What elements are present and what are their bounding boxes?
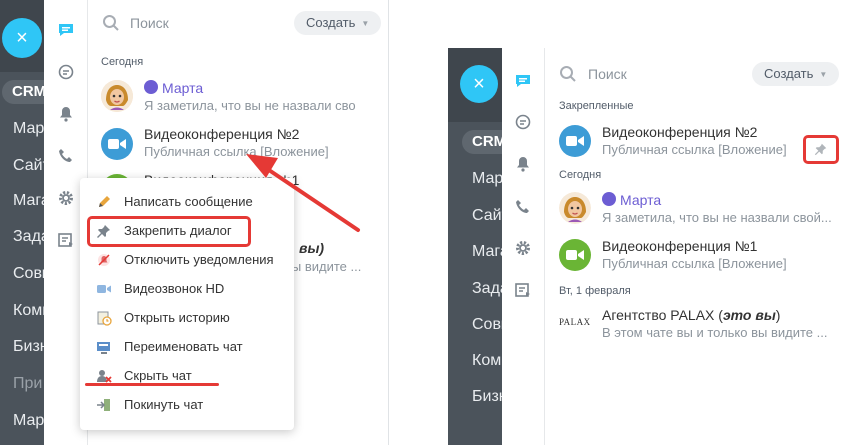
bg-menu-item: Совм xyxy=(13,265,44,282)
menu-item-label: Видеозвонок HD xyxy=(124,281,225,296)
chat-title: Видеоконференция №1 xyxy=(602,238,758,254)
chat-item-videoconf-1[interactable]: Видеоконференция №1 Публичная ссылка [Вл… xyxy=(559,236,839,276)
menu-item-leave-chat[interactable]: Покинуть чат xyxy=(80,390,294,419)
bg-menu-item: Марк xyxy=(472,170,506,187)
menu-item-label: Отключить уведомления xyxy=(124,252,274,267)
close-button[interactable]: × xyxy=(2,18,42,58)
icon-rail xyxy=(502,48,545,445)
menu-item-label: Открыть историю xyxy=(124,310,230,325)
bg-menu-item: Комм xyxy=(472,352,506,369)
section-today: Сегодня xyxy=(101,56,144,68)
menu-item-label: Покинуть чат xyxy=(124,397,204,412)
chat-list-panel: Поиск Создать ▼ Закрепленные Видеоконфере… xyxy=(546,48,846,445)
bg-menu-item: Зада xyxy=(472,280,506,297)
menu-item-label: Переименовать чат xyxy=(124,339,243,354)
bg-menu-item: Марк xyxy=(13,120,44,137)
highlight-box xyxy=(87,216,251,247)
menu-item-history[interactable]: Открыть историю xyxy=(80,303,294,332)
bg-menu-item: Марк xyxy=(13,412,44,429)
chat-item-marta[interactable]: Марта Я заметила, что вы не назвали свой… xyxy=(559,190,839,230)
pin-icon[interactable] xyxy=(814,142,828,156)
chevron-down-icon: ▼ xyxy=(361,18,370,28)
bg-menu-item: Бизн xyxy=(13,338,44,355)
channels-icon[interactable] xyxy=(56,62,76,82)
phone-icon[interactable] xyxy=(56,146,76,166)
panel-divider xyxy=(388,0,389,445)
avatar xyxy=(101,80,133,112)
mute-icon xyxy=(96,252,112,268)
bg-menu-item: Сайт xyxy=(13,157,44,174)
section-today: Сегодня xyxy=(559,169,602,181)
gear-icon[interactable] xyxy=(513,238,533,258)
create-button[interactable]: Создать ▼ xyxy=(752,62,840,86)
section-pinned: Закрепленные xyxy=(559,100,634,112)
bg-menu-crm: CRM xyxy=(2,80,44,104)
chat-item-palax[interactable]: PALAX Агентство PALAX (это вы) В этом ча… xyxy=(559,306,839,346)
bg-menu-item: Мага xyxy=(13,192,44,209)
export-icon[interactable] xyxy=(513,280,533,300)
chat-title: Марта xyxy=(144,80,203,96)
menu-item-rename[interactable]: Переименовать чат xyxy=(80,332,294,361)
bg-menu-item: Совм xyxy=(472,316,506,333)
video-icon xyxy=(559,239,591,271)
chat-preview: Публичная ссылка [Вложение] xyxy=(602,256,787,271)
export-icon[interactable] xyxy=(56,230,76,250)
chat-preview: Я заметила, что вы не назвали свой... xyxy=(144,98,356,113)
chat-title: Видеоконференция №2 xyxy=(602,124,758,140)
bell-icon[interactable] xyxy=(56,104,76,124)
video-icon xyxy=(101,128,133,160)
rename-icon xyxy=(96,339,112,355)
menu-item-label: Скрыть чат xyxy=(124,368,192,383)
bg-menu-item: При xyxy=(13,375,43,392)
chat-item-marta[interactable]: Марта Я заметила, что вы не назвали свой… xyxy=(101,78,381,118)
chat-preview: В этом чате вы и только вы видите ... xyxy=(602,325,828,340)
channels-icon[interactable] xyxy=(513,112,533,132)
bg-menu-crm: CRM xyxy=(462,130,506,154)
hide-icon xyxy=(96,368,112,384)
leave-icon xyxy=(96,397,112,413)
close-button[interactable]: × xyxy=(460,65,498,103)
create-button-label: Создать xyxy=(306,15,356,30)
chevron-down-icon: ▼ xyxy=(819,69,828,79)
chat-title: Марта xyxy=(602,192,661,208)
bg-menu-item: Комм xyxy=(13,302,44,319)
arrow-icon xyxy=(246,154,360,232)
create-button-label: Создать xyxy=(764,66,814,81)
bg-menu-item: Зада xyxy=(13,228,44,245)
chat-icon[interactable] xyxy=(513,71,533,91)
pencil-icon xyxy=(96,194,112,210)
avatar xyxy=(559,192,591,224)
bg-menu-item: Мага xyxy=(472,243,506,260)
chat-preview: Я заметила, что вы не назвали свой... xyxy=(602,210,832,225)
chat-preview: Публичная ссылка [Вложение] xyxy=(602,142,787,157)
gear-icon[interactable] xyxy=(56,188,76,208)
bot-icon xyxy=(144,80,158,94)
chat-icon[interactable] xyxy=(56,20,76,40)
section-date: Вт, 1 февраля xyxy=(559,285,631,297)
search-icon xyxy=(559,65,577,88)
chat-item-videoconf-2[interactable]: Видеоконференция №2 Публичная ссылка [Вл… xyxy=(559,122,839,162)
bell-icon[interactable] xyxy=(513,154,533,174)
palax-logo: PALAX xyxy=(559,317,591,327)
menu-item-video-hd[interactable]: Видеозвонок HD xyxy=(80,274,294,303)
chat-preview-partial: вы видите ... xyxy=(285,259,362,274)
chat-title: Агентство PALAX (это вы) xyxy=(602,307,781,323)
video-icon xyxy=(96,281,112,297)
search-input[interactable]: Поиск xyxy=(130,15,169,31)
phone-icon[interactable] xyxy=(513,197,533,217)
search-input[interactable]: Поиск xyxy=(588,66,627,82)
bg-menu-item: Сайт xyxy=(472,207,506,224)
chat-title-partial: вы) xyxy=(299,240,325,256)
create-button[interactable]: Создать ▼ xyxy=(294,11,382,35)
menu-item-mute[interactable]: Отключить уведомления xyxy=(80,245,294,274)
search-icon xyxy=(102,14,120,37)
history-icon xyxy=(96,310,112,326)
highlight-underline xyxy=(85,383,219,386)
video-icon xyxy=(559,125,591,157)
bg-menu-item: Бизн xyxy=(472,388,506,405)
bot-icon xyxy=(602,192,616,206)
